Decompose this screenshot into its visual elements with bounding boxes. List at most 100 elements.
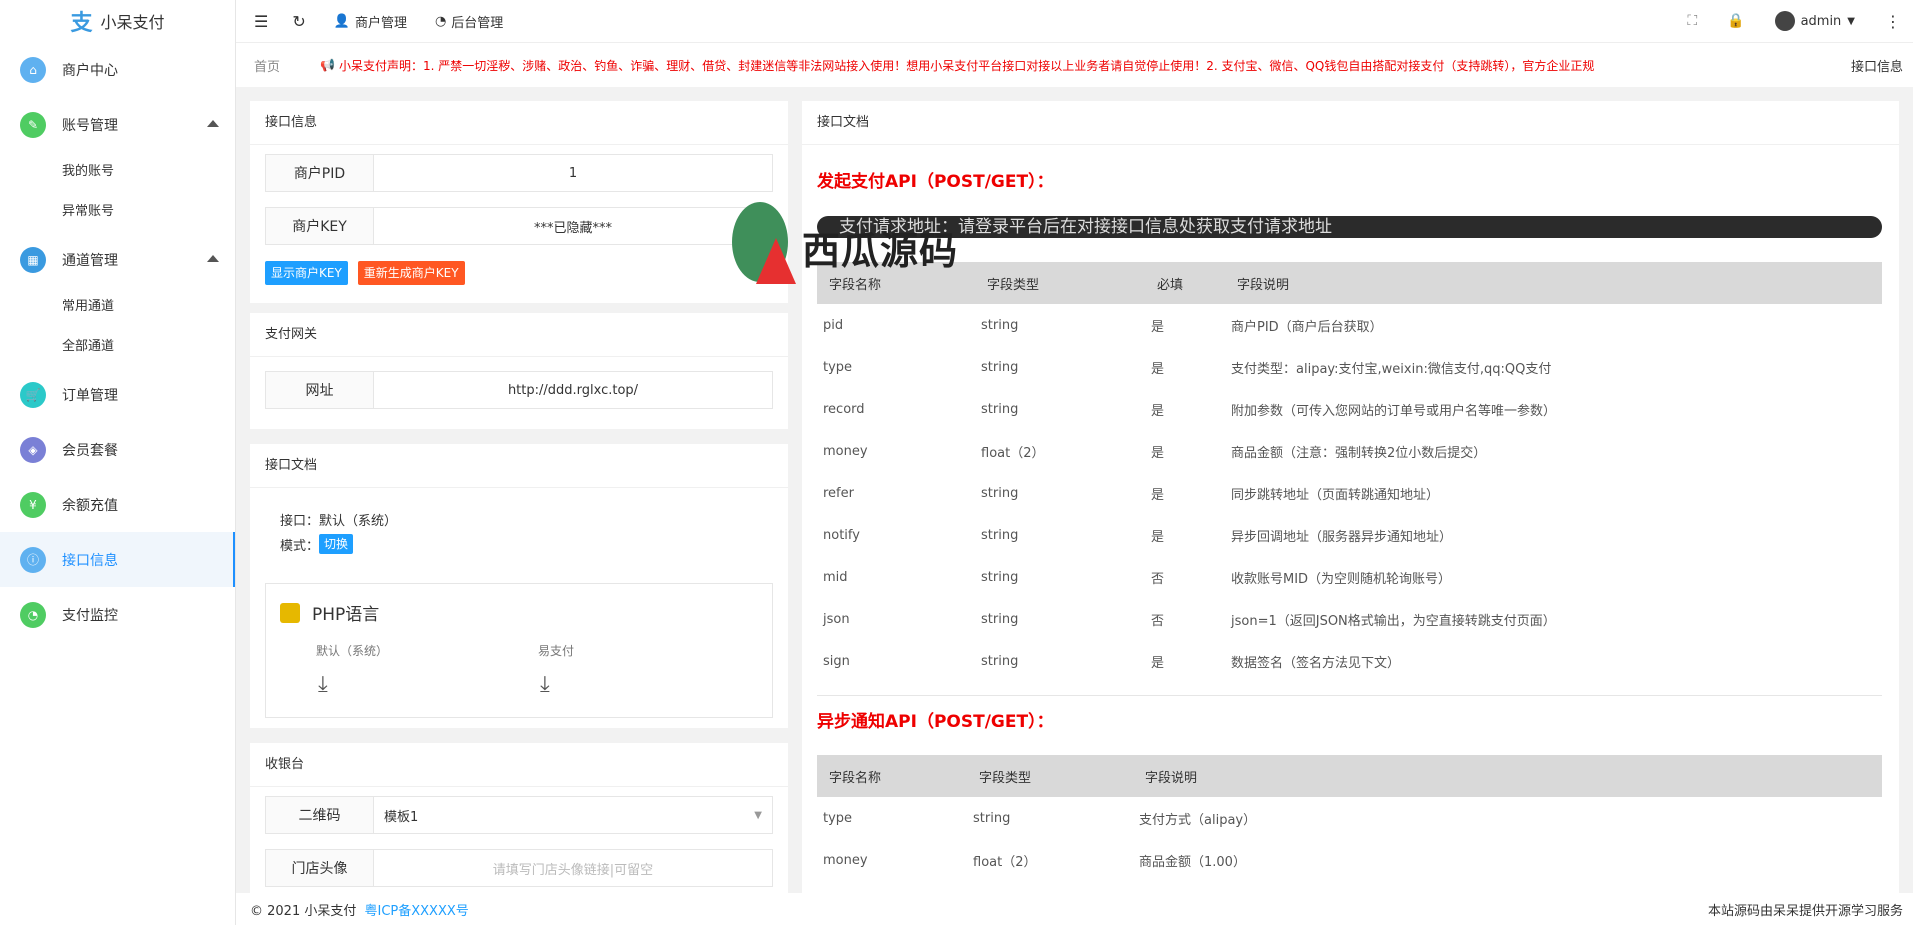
table-cell: 是 [1151, 403, 1165, 419]
sidebar-item[interactable]: ¥ 余额充值 [0, 477, 235, 532]
tab-home[interactable]: 首页 [254, 56, 320, 75]
table-row: json string 否 json=1（返回JSON格式输出，为空直接转跳支付页面） [817, 598, 1882, 640]
account-icon: ✎ [20, 111, 46, 138]
docs-card: 接口文档 接口：默认（系统） 模式： 切换 PHP语言 默认（系统） 易支付 ⤓… [250, 444, 788, 728]
table-cell: string [981, 527, 1019, 543]
table-cell: 收款账号MID（为空则随机轮询账号） [1231, 571, 1452, 587]
table-cell: string [981, 317, 1019, 333]
sidebar-subitem[interactable]: 常用通道 [0, 287, 235, 327]
download-icon[interactable]: ⤓ [318, 672, 328, 697]
qr-row: 二维码 模板1 ▼ [265, 796, 773, 834]
qr-select[interactable]: 模板1 ▼ [374, 797, 772, 833]
watermark-text: 西瓜源码 [802, 228, 959, 273]
sidebar-item[interactable]: 🛒 订单管理 [0, 367, 235, 422]
notice-marquee: 📢 小呆支付声明：1. 严禁一切淫秽、涉赌、政治、钓鱼、诈骗、理财、借贷、封建迷… [320, 57, 1833, 74]
user-icon: 👤 [333, 13, 350, 29]
table-row: type string 支付方式（alipay） [817, 797, 1882, 839]
iface-line: 接口：默认（系统） [280, 510, 397, 529]
regen-key-button[interactable]: 重新生成商户KEY [357, 261, 465, 285]
table-cell: 商品金额（1.00） [1139, 854, 1246, 870]
sidebar-item-label: 余额充值 [62, 497, 118, 514]
table-row: pid string 是 商户PID（商户后台获取） [817, 304, 1882, 346]
table-cell: pid [823, 317, 844, 333]
sdk-panel: PHP语言 默认（系统） 易支付 ⤓ ⤓ [265, 583, 773, 718]
logo-icon: 支 [70, 11, 93, 36]
show-key-button[interactable]: 显示商户KEY [265, 261, 348, 285]
fullscreen-icon[interactable]: ⛶ [1687, 13, 1697, 29]
sidebar-item-label: 账号管理 [62, 117, 118, 134]
refresh-icon[interactable]: ↻ [292, 12, 305, 31]
copyright: © 2021 小呆支付 [250, 903, 357, 919]
table-row: orderstring支付平台创建的云端订单号 [817, 881, 1882, 893]
sidebar-item[interactable]: ⌂ 商户中心 [0, 42, 235, 97]
more-icon[interactable]: ⋮ [1885, 12, 1901, 31]
table-cell: string [981, 401, 1019, 417]
table-cell: money [823, 852, 868, 868]
avatar-input[interactable]: 请填写门店头像链接|可留空 [374, 850, 772, 886]
chevron-up-icon [207, 119, 219, 127]
table-row: record string 是 附加参数（可传入您网站的订单号或用户名等唯一参数） [817, 388, 1882, 430]
table-header: 字段说明 [1225, 262, 1882, 304]
main-content: 接口信息 商户PID 1 商户KEY ***已隐藏*** 显示商户KEY 重新生… [236, 87, 1913, 893]
merchant-mgmt-label: 商户管理 [354, 15, 407, 31]
table-header: 字段类型 [967, 755, 1133, 797]
sidebar-item[interactable]: ▦ 通道管理 [0, 232, 235, 287]
sidebar-item[interactable]: ⓘ 接口信息 [0, 532, 235, 587]
card-title: 接口信息 [250, 101, 788, 145]
url-label: 网址 [266, 372, 374, 408]
table-cell: order [817, 881, 967, 893]
pid-label: 商户PID [266, 155, 374, 191]
table-header: 必填 [1145, 262, 1225, 304]
user-menu[interactable]: admin ▼ [1774, 11, 1855, 31]
diamond-icon: ◈ [20, 436, 46, 463]
download-icon[interactable]: ⤓ [540, 672, 550, 697]
admin-mgmt-link[interactable]: ◔ 后台管理 [435, 12, 503, 31]
sidebar-subitem[interactable]: 异常账号 [0, 192, 235, 232]
merchant-mgmt-link[interactable]: 👤 商户管理 [334, 12, 407, 31]
key-row: 商户KEY ***已隐藏*** [265, 207, 773, 245]
table-cell: 同步跳转地址（页面转跳通知地址） [1231, 487, 1440, 503]
username: admin [1800, 13, 1842, 29]
table-row: money float（2） 是 商品金额（注意：强制转换2位小数后提交） [817, 430, 1882, 472]
sidebar-subitem[interactable]: 全部通道 [0, 327, 235, 367]
sidebar-item-label: 会员套餐 [62, 442, 118, 459]
avatar-label: 门店头像 [266, 850, 374, 886]
php-icon [280, 602, 300, 623]
cart-icon: 🛒 [20, 381, 46, 408]
app-title: 小呆支付 [100, 13, 165, 32]
sidebar-item[interactable]: ✎ 账号管理 [0, 97, 235, 152]
avatar-row: 门店头像 请填写门店头像链接|可留空 [265, 849, 773, 887]
sidebar-item[interactable]: ◈ 会员套餐 [0, 422, 235, 477]
mode-line: 模式： 切换 [280, 534, 354, 554]
url-row: 网址 http://ddd.rglxc.top/ [265, 371, 773, 409]
logo[interactable]: 支 小呆支付 [0, 0, 235, 42]
table-cell: type [823, 810, 853, 826]
dl2-label: 易支付 [538, 644, 575, 658]
sidebar-item-label: 通道管理 [62, 252, 118, 269]
table-header: 字段名称 [817, 755, 967, 797]
sidebar-item-label: 接口信息 [62, 552, 118, 569]
table-cell: float（2） [973, 854, 1037, 870]
sidebar-subitem[interactable]: 我的账号 [0, 152, 235, 192]
card-title: 支付网关 [250, 313, 788, 357]
table-header: 字段类型 [975, 262, 1145, 304]
table-cell: record [823, 401, 865, 417]
api-info-card: 接口信息 商户PID 1 商户KEY ***已隐藏*** 显示商户KEY 重新生… [250, 101, 788, 303]
table-row: money float（2） 商品金额（1.00） [817, 839, 1882, 881]
table-cell: money [823, 443, 868, 459]
chevron-down-icon: ▼ [754, 809, 762, 821]
switch-button[interactable]: 切换 [319, 534, 354, 554]
url-value[interactable]: http://ddd.rglxc.top/ [374, 372, 772, 408]
menu-toggle-icon[interactable]: ☰ [254, 12, 268, 31]
sidebar-item[interactable]: ◔ 支付监控 [0, 587, 235, 642]
table-row: sign string 是 数据签名（签名方法见下文） [817, 640, 1882, 682]
mode-label: 模式： [280, 538, 320, 554]
divider [817, 695, 1882, 696]
watermark: 西瓜源码 [728, 202, 958, 292]
lock-icon[interactable]: 🔒 [1727, 13, 1744, 29]
tab-current[interactable]: 接口信息 [1833, 56, 1913, 75]
icp-link[interactable]: 粤ICP备XXXXX号 [365, 904, 469, 919]
table-cell: 是 [1151, 529, 1165, 545]
dl1-label: 默认（系统） [316, 644, 389, 658]
table-cell: 否 [1151, 571, 1165, 587]
